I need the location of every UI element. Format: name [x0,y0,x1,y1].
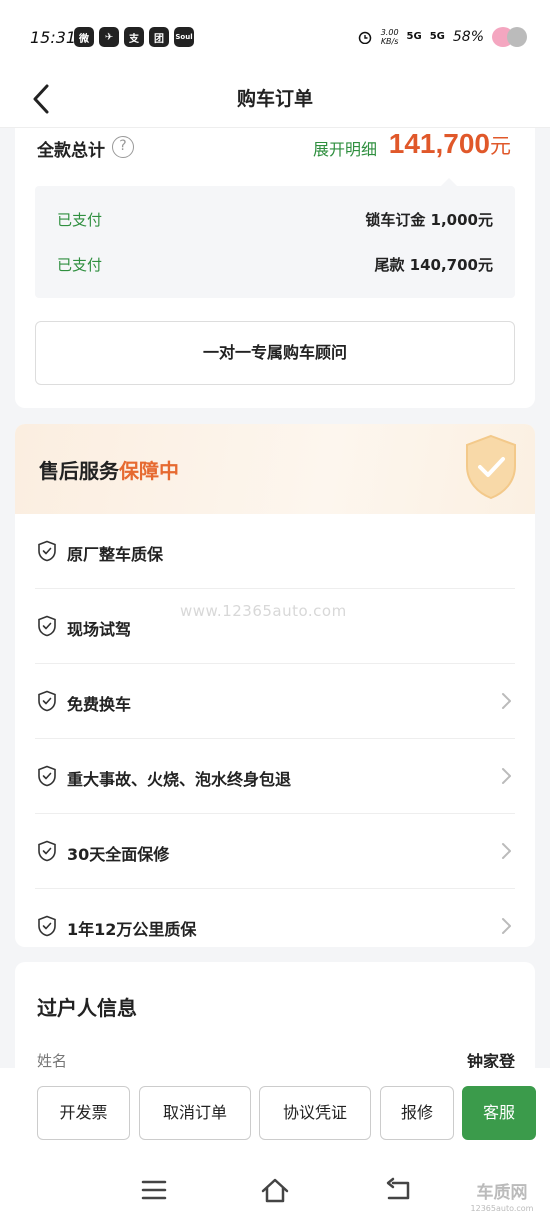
payment-details: 已支付 锁车订金 1,000元 已支付 尾款 140,700元 [35,178,515,298]
battery-percent: 58% [452,29,484,45]
payment-desc: 锁车订金 1,000元 [365,211,493,229]
service-item[interactable]: 原厂整车质保 [35,514,515,589]
home-icon[interactable] [260,1176,290,1204]
payment-status: 已支付 [57,256,103,274]
total-label: 全款总计 [37,141,105,161]
total-amount: 141,700元 [388,128,511,159]
chevron-right-icon [502,918,511,934]
service-item-label: 1年12万公里质保 [67,920,197,939]
shield-check-icon [38,840,56,862]
chevron-right-icon [502,693,511,709]
service-item[interactable]: 重大事故、火烧、泡水终身包退 [35,739,515,814]
service-item-label: 重大事故、火烧、泡水终身包退 [67,770,292,789]
shield-check-icon [38,915,56,937]
telegram-icon: ✈ [99,27,119,47]
expand-details-link[interactable]: 展开明细 [313,136,377,160]
service-item-label: 免费换车 [67,695,132,714]
watermark-logo: 车质网 12365auto.com [470,1183,534,1213]
wechat-icon: 微 [74,27,94,47]
page-header: 购车订单 [0,70,550,128]
status-app-icons: 微 ✈ 支 团 Soul [74,27,194,47]
shield-check-icon [466,434,516,500]
payment-desc: 尾款 140,700元 [374,256,493,274]
payment-row: 已支付 锁车订金 1,000元 [57,209,493,233]
repair-button[interactable]: 报修 [380,1086,454,1140]
status-bar: 15:31 微 ✈ 支 团 Soul 3.00 KB/s 5G 5G 58% [0,0,550,70]
service-item[interactable]: 现场试驾 [35,589,515,664]
service-item[interactable]: 1年12万公里质保 [35,889,515,947]
alarm-icon [358,31,371,44]
service-item[interactable]: 30天全面保修 [35,814,515,889]
chevron-right-icon [502,768,511,784]
system-nav-bar: 车质网 12365auto.com [0,1158,550,1222]
owner-info-title: 过户人信息 [37,996,137,1020]
payment-status: 已支付 [57,211,103,229]
cancel-order-button[interactable]: 取消订单 [139,1086,251,1140]
group-buy-icon: 团 [149,27,169,47]
watermark-text: www.12365auto.com [180,602,347,620]
payment-row: 已支付 尾款 140,700元 [57,254,493,278]
service-item-label: 30天全面保修 [67,845,170,864]
status-indicators: 3.00 KB/s 5G 5G 58% [357,26,528,48]
service-item-label: 原厂整车质保 [67,545,164,564]
bottom-action-bar: 开发票 取消订单 协议凭证 报修 客服 [0,1068,550,1158]
invoice-button[interactable]: 开发票 [37,1086,130,1140]
advisor-button[interactable]: 一对一专属购车顾问 [35,321,515,385]
shield-check-icon [38,540,56,562]
page-title: 购车订单 [236,88,313,110]
battery-icon [492,26,528,48]
service-title: 售后服务保障中 [39,459,179,483]
after-sales-card: 售后服务保障中 原厂整车质保 现场试驾免费换车重大事故、火烧、泡水终身包退 30天全… [15,424,535,947]
network-speed: 3.00 KB/s [380,28,399,46]
soul-icon: Soul [174,27,194,47]
alipay-icon: 支 [124,27,144,47]
status-time: 15:31 [30,28,77,47]
shield-check-icon [38,690,56,712]
agreement-button[interactable]: 协议凭证 [259,1086,371,1140]
service-item-label: 现场试驾 [67,620,132,639]
shield-check-icon [38,615,56,637]
service-header: 售后服务保障中 [15,424,535,514]
customer-service-button[interactable]: 客服 [462,1086,536,1140]
help-icon[interactable]: ? [112,136,134,158]
shield-check-icon [38,765,56,787]
menu-icon[interactable] [139,1176,169,1204]
payment-card: 全款总计 ? 展开明细 141,700元 已支付 锁车订金 1,000元 已支付… [15,128,535,408]
signal-5g-2: 5G [429,31,445,42]
signal-5g-1: 5G [406,31,422,42]
chevron-right-icon [502,843,511,859]
return-icon[interactable] [383,1176,413,1204]
service-item[interactable]: 免费换车 [35,664,515,739]
